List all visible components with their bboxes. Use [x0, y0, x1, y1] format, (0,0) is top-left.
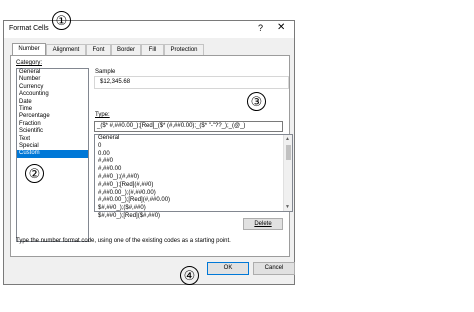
tab-strip: Number Alignment Font Border Fill Protec…: [10, 43, 290, 56]
category-item-general[interactable]: General: [17, 69, 88, 76]
format-item[interactable]: 0.00: [95, 151, 292, 159]
category-item-text[interactable]: Text: [17, 136, 88, 143]
category-item-special[interactable]: Special: [17, 143, 88, 150]
category-item-time[interactable]: Time: [17, 106, 88, 113]
format-item[interactable]: #,##0.00_);(#,##0.00): [95, 190, 292, 198]
category-item-date[interactable]: Date: [17, 99, 88, 106]
ok-button[interactable]: OK: [207, 262, 249, 275]
format-item[interactable]: #,##0.00: [95, 166, 292, 174]
format-item[interactable]: 0: [95, 143, 292, 151]
format-item[interactable]: $#,##0_);($#,##0): [95, 205, 292, 213]
number-tab-panel: Category: General Number Currency Accoun…: [10, 55, 293, 257]
close-icon[interactable]: ✕: [277, 22, 285, 33]
format-item[interactable]: #,##0: [95, 158, 292, 166]
callout-marker-3: ③: [247, 92, 266, 111]
scroll-thumb[interactable]: [286, 145, 291, 160]
category-item-custom[interactable]: Custom: [17, 150, 88, 158]
tab-border[interactable]: Border: [111, 44, 141, 55]
format-item[interactable]: #,##0_);(#,##0): [95, 174, 292, 182]
category-item-number[interactable]: Number: [17, 76, 88, 83]
format-item[interactable]: #,##0.00_);[Red](#,##0.00): [95, 197, 292, 205]
category-list[interactable]: General Number Currency Accounting Date …: [16, 68, 89, 242]
dialog-title: Format Cells: [9, 25, 49, 32]
type-label: Type:: [95, 112, 110, 118]
tab-font[interactable]: Font: [86, 44, 111, 55]
delete-button[interactable]: Delete: [243, 218, 283, 230]
sample-box: $12,345.68: [94, 76, 289, 89]
callout-marker-4: ④: [180, 266, 199, 285]
delete-button-label: Delete: [254, 221, 272, 227]
format-code-list[interactable]: General 0 0.00 #,##0 #,##0.00 #,##0_);(#…: [94, 134, 293, 219]
scroll-up-icon[interactable]: ▲: [285, 136, 290, 142]
sample-value: $12,345.68: [100, 79, 131, 85]
tab-protection[interactable]: Protection: [164, 44, 204, 55]
callout-marker-1: ①: [52, 11, 71, 30]
category-item-accounting[interactable]: Accounting: [17, 91, 88, 98]
format-hint-text: Type the number format code, using one o…: [16, 238, 231, 244]
category-item-scientific[interactable]: Scientific: [17, 128, 88, 135]
format-list-scrollbar[interactable]: ▲ ▼: [283, 135, 292, 211]
scroll-down-icon[interactable]: ▼: [285, 204, 290, 210]
category-item-fraction[interactable]: Fraction: [17, 121, 88, 128]
category-item-currency[interactable]: Currency: [17, 84, 88, 91]
category-label: Category:: [16, 60, 43, 66]
format-cells-dialog: Format Cells ? ✕ Number Alignment Font B…: [3, 20, 295, 285]
category-item-percentage[interactable]: Percentage: [17, 113, 88, 120]
format-item[interactable]: #,##0_);[Red](#,##0): [95, 182, 292, 190]
tab-fill[interactable]: Fill: [141, 44, 164, 55]
sample-label: Sample: [95, 69, 116, 75]
format-item[interactable]: General: [95, 135, 292, 143]
cancel-button[interactable]: Cancel: [253, 262, 295, 275]
help-button[interactable]: ?: [258, 23, 263, 33]
tab-alignment[interactable]: Alignment: [46, 44, 86, 55]
callout-marker-2: ②: [25, 164, 44, 183]
title-bar: Format Cells ? ✕: [4, 21, 294, 38]
type-input[interactable]: _($* #,##0.00_);[Red]_($* (#,##0.00);_($…: [94, 121, 283, 132]
